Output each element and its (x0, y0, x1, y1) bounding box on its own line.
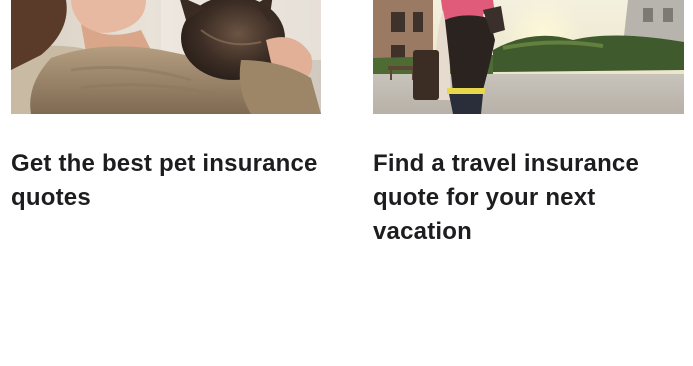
pet-insurance-image[interactable] (11, 0, 321, 114)
pet-insurance-headline[interactable]: Get the best pet insurance quotes (11, 147, 321, 215)
travel-insurance-card[interactable]: Find a travel insurance quote for your n… (373, 0, 684, 249)
insurance-cards-section: Get the best pet insurance quotes Find a… (0, 0, 693, 366)
travel-insurance-headline[interactable]: Find a travel insurance quote for your n… (373, 147, 684, 249)
woman-with-cat-photo (11, 0, 321, 114)
travel-insurance-image[interactable] (373, 0, 684, 114)
pet-insurance-card[interactable]: Get the best pet insurance quotes (11, 0, 321, 215)
traveler-photo (373, 0, 684, 114)
